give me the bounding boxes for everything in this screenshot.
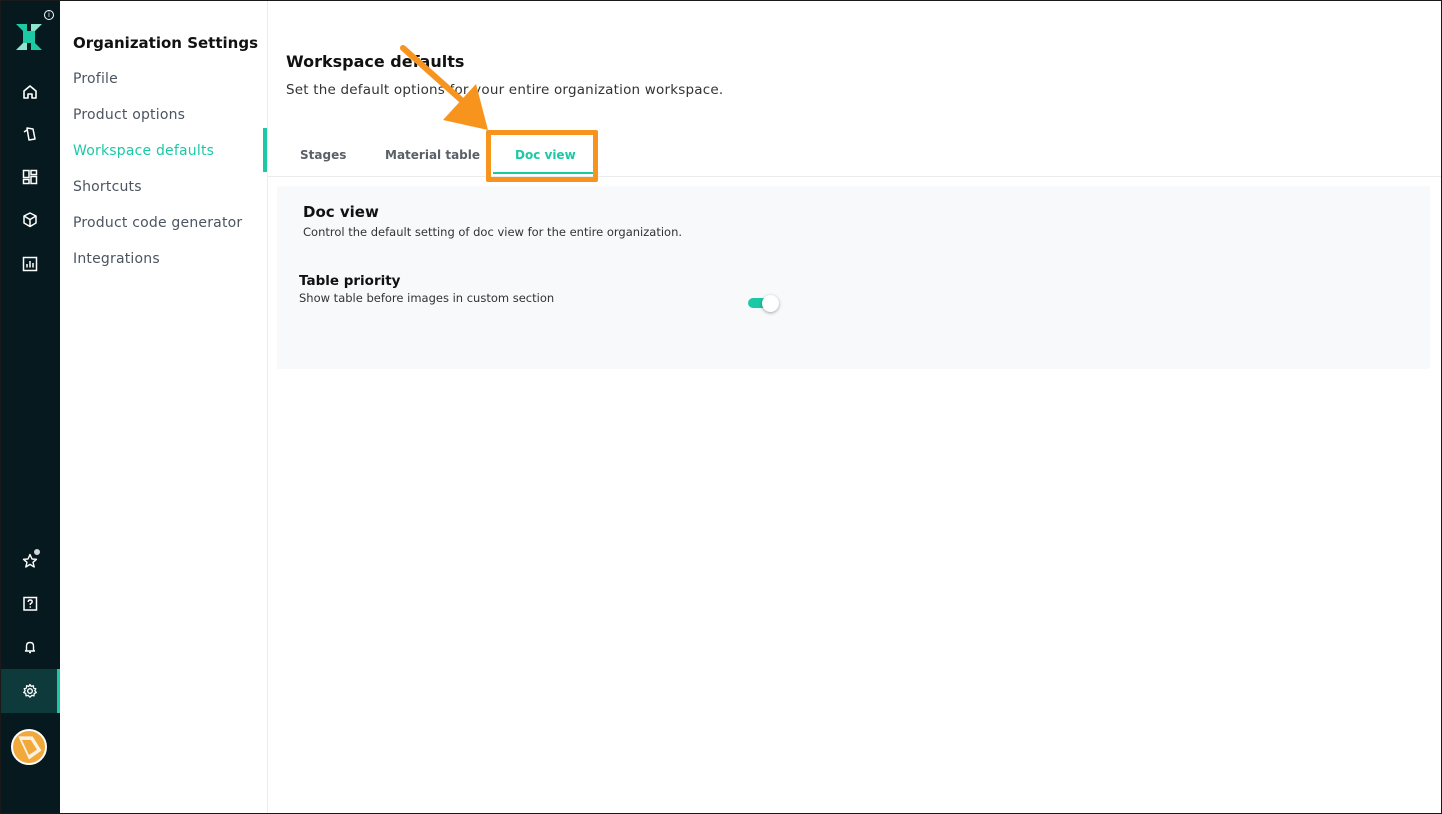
info-icon[interactable]: i: [44, 10, 54, 20]
card-subtitle: Control the default setting of doc view …: [303, 225, 683, 239]
doc-view-card: [277, 186, 1430, 369]
toggle-knob: [762, 295, 779, 312]
user-avatar[interactable]: [11, 729, 47, 765]
rail-home-button[interactable]: [0, 72, 60, 112]
rail-products-button[interactable]: [0, 200, 60, 240]
rail-tags-button[interactable]: [0, 114, 60, 154]
tabs-divider: [268, 176, 1441, 177]
bell-icon: [24, 641, 36, 654]
sidebar-item-shortcuts[interactable]: Shortcuts: [73, 173, 142, 201]
settings-sidebar: Organization Settings Profile Product op…: [60, 0, 268, 814]
chart-icon: [22, 256, 38, 272]
rail-help-button[interactable]: [0, 584, 60, 624]
rail-dashboard-button[interactable]: [0, 157, 60, 197]
tab-material-table[interactable]: Material table: [385, 144, 480, 166]
rail-notifications-button[interactable]: [0, 627, 60, 667]
sidebar-title: Organization Settings: [73, 34, 259, 52]
box-icon: [23, 212, 37, 228]
pointer-arrow-icon: [400, 45, 488, 130]
home-icon: [23, 85, 37, 99]
sidebar-item-integrations[interactable]: Integrations: [73, 245, 160, 273]
help-icon: [23, 596, 38, 611]
app-logo[interactable]: [14, 22, 44, 52]
dashboard-icon: [22, 169, 38, 185]
setting-description: Show table before images in custom secti…: [299, 291, 555, 305]
card-title: Doc view: [303, 203, 379, 221]
gear-icon: [23, 683, 37, 698]
active-nav-indicator: [263, 128, 267, 172]
sidebar-item-product-options[interactable]: Product options: [73, 101, 185, 129]
rail-favorites-button[interactable]: [0, 541, 60, 581]
sidebar-item-profile[interactable]: Profile: [73, 65, 118, 93]
sidebar-item-workspace-defaults[interactable]: Workspace defaults: [73, 137, 214, 165]
tag-icon: [23, 127, 36, 141]
setting-title-table-priority: Table priority: [299, 273, 401, 289]
tab-highlight-box: [486, 130, 598, 182]
tab-stages[interactable]: Stages: [300, 144, 346, 166]
rail-reports-button[interactable]: [0, 244, 60, 284]
sidebar-item-product-code-generator[interactable]: Product code generator: [73, 209, 242, 237]
app-rail: i: [0, 0, 61, 814]
table-priority-toggle[interactable]: [748, 295, 779, 312]
page-subtitle: Set the default options for your entire …: [286, 82, 724, 98]
rail-settings-button[interactable]: [0, 669, 61, 713]
notification-dot: [33, 548, 41, 556]
